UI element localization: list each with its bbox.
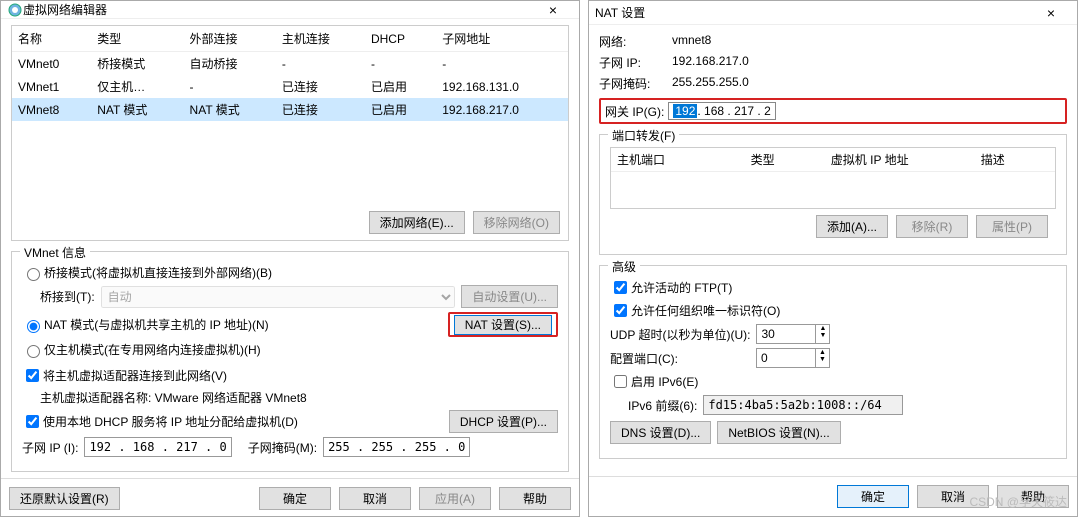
allow-ftp-checkbox[interactable] xyxy=(614,281,627,294)
bridge-radio-row[interactable]: 桥接模式(将虚拟机直接连接到外部网络)(B) xyxy=(22,264,558,281)
pf-prop-button[interactable]: 属性(P) xyxy=(976,215,1048,238)
group-title: 端口转发(F) xyxy=(608,127,679,144)
subnet-mask-value: 255.255.255.0 xyxy=(672,75,749,92)
hostonly-radio-row[interactable]: 仅主机模式(在专用网络内连接虚拟机)(H) xyxy=(22,341,558,358)
udp-timeout-stepper[interactable]: ▲▼ xyxy=(756,324,830,344)
port-forward-table[interactable]: 主机端口 类型 虚拟机 IP 地址 描述 xyxy=(610,147,1056,209)
subnet-ip-value: 192.168.217.0 xyxy=(672,54,749,71)
col-ext[interactable]: 外部连接 xyxy=(184,26,276,52)
use-dhcp-checkbox[interactable] xyxy=(26,415,39,428)
config-port-stepper[interactable]: ▲▼ xyxy=(756,348,830,368)
cancel-button[interactable]: 取消 xyxy=(339,487,411,510)
chevron-down-icon[interactable]: ▼ xyxy=(816,332,829,339)
network-value: vmnet8 xyxy=(672,33,711,50)
apply-button[interactable]: 应用(A) xyxy=(419,487,491,510)
config-port-label: 配置端口(C): xyxy=(610,350,750,367)
connect-adapter-check[interactable]: 将主机虚拟适配器连接到此网络(V) xyxy=(22,366,558,385)
window-title: NAT 设置 xyxy=(595,4,1031,21)
table-row[interactable]: VMnet8NAT 模式NAT 模式已连接已启用192.168.217.0 xyxy=(12,98,568,121)
use-dhcp-row[interactable]: 使用本地 DHCP 服务将 IP 地址分配给虚拟机(D) DHCP 设置(P).… xyxy=(22,410,558,433)
dhcp-settings-button[interactable]: DHCP 设置(P)... xyxy=(449,410,558,433)
nat-radio-row[interactable]: NAT 模式(与虚拟机共享主机的 IP 地址)(N) NAT 设置(S)... xyxy=(22,312,558,337)
nat-radio[interactable] xyxy=(27,320,40,333)
help-button[interactable]: 帮助 xyxy=(499,487,571,510)
group-title: 高级 xyxy=(608,258,640,275)
restore-defaults-button[interactable]: 还原默认设置(R) xyxy=(9,487,120,510)
nat-settings-window: NAT 设置 × 网络: vmnet8 子网 IP: 192.168.217.0 子… xyxy=(588,0,1078,517)
gateway-ip-field[interactable]: 192. 168 . 217 . 2 xyxy=(668,102,775,120)
gateway-ip-label: 网关 IP(G): xyxy=(605,103,664,120)
udp-timeout-label: UDP 超时(以秒为单位)(U): xyxy=(610,326,750,343)
allow-anyorg-checkbox[interactable] xyxy=(614,304,627,317)
remove-network-button[interactable]: 移除网络(O) xyxy=(473,211,560,234)
pf-add-button[interactable]: 添加(A)... xyxy=(816,215,888,238)
pf-remove-button[interactable]: 移除(R) xyxy=(896,215,968,238)
group-title: VMnet 信息 xyxy=(20,244,90,261)
close-icon[interactable]: × xyxy=(1031,5,1071,21)
subnet-ip-label: 子网 IP: xyxy=(599,54,664,71)
table-row[interactable]: VMnet0桥接模式自动桥接--- xyxy=(12,52,568,76)
subnet-ip-label: 子网 IP (I): xyxy=(22,439,78,456)
chevron-up-icon[interactable]: ▲ xyxy=(816,349,829,356)
nat-settings-button[interactable]: NAT 设置(S)... xyxy=(454,315,552,335)
ok-button[interactable]: 确定 xyxy=(259,487,331,510)
adapter-name-label: 主机虚拟适配器名称: VMware 网络适配器 VMnet8 xyxy=(40,389,558,406)
ipv6-prefix-label: IPv6 前缀(6): xyxy=(628,397,697,414)
subnet-ip-field[interactable]: 192 . 168 . 217 . 0 xyxy=(84,437,231,457)
ok-button[interactable]: 确定 xyxy=(837,485,909,508)
network-label: 网络: xyxy=(599,33,664,50)
col-name[interactable]: 名称 xyxy=(12,26,91,52)
vmnet-table[interactable]: 名称 类型 外部连接 主机连接 DHCP 子网地址 VMnet0桥接模式自动桥接… xyxy=(11,25,569,205)
advanced-group: 高级 允许活动的 FTP(T) 允许任何组织唯一标识符(O) UDP 超时(以秒… xyxy=(599,265,1067,459)
dns-settings-button[interactable]: DNS 设置(D)... xyxy=(610,421,711,444)
auto-settings-button[interactable]: 自动设置(U)... xyxy=(461,285,558,308)
hostonly-radio[interactable] xyxy=(27,345,40,358)
bridge-to-select[interactable]: 自动 xyxy=(101,286,456,308)
window-title: 虚拟网络编辑器 xyxy=(23,1,533,18)
table-row[interactable]: VMnet1仅主机…-已连接已启用192.168.131.0 xyxy=(12,75,568,98)
dialog-footer: 还原默认设置(R) 确定 取消 应用(A) 帮助 xyxy=(1,478,579,518)
col-type[interactable]: 类型 xyxy=(745,148,825,172)
port-forward-group: 端口转发(F) 主机端口 类型 虚拟机 IP 地址 描述 添加(A)... 移除… xyxy=(599,134,1067,255)
titlebar: NAT 设置 × xyxy=(589,1,1077,25)
enable-ipv6-checkbox[interactable] xyxy=(614,375,627,388)
chevron-down-icon[interactable]: ▼ xyxy=(816,356,829,363)
bridge-radio[interactable] xyxy=(27,268,40,281)
col-host[interactable]: 主机连接 xyxy=(276,26,365,52)
network-buttons: 添加网络(E)... 移除网络(O) xyxy=(11,205,569,241)
virtual-network-editor-window: 虚拟网络编辑器 × 名称 类型 外部连接 主机连接 DHCP 子网地址 xyxy=(0,0,580,517)
col-dhcp[interactable]: DHCP xyxy=(365,26,436,52)
watermark: CSDN @孚夫筱达 xyxy=(969,493,1067,510)
col-desc[interactable]: 描述 xyxy=(975,148,1055,172)
bridge-to-label: 桥接到(T): xyxy=(40,288,95,305)
vmnet-info-group: VMnet 信息 桥接模式(将虚拟机直接连接到外部网络)(B) 桥接到(T): … xyxy=(11,251,569,472)
ipv6-prefix-field: fd15:4ba5:5a2b:1008::/64 xyxy=(703,395,903,415)
subnet-mask-label: 子网掩码(M): xyxy=(248,439,317,456)
close-icon[interactable]: × xyxy=(533,2,573,18)
col-hostport[interactable]: 主机端口 xyxy=(611,148,745,172)
chevron-up-icon[interactable]: ▲ xyxy=(816,325,829,332)
add-network-button[interactable]: 添加网络(E)... xyxy=(369,211,465,234)
col-subnet[interactable]: 子网地址 xyxy=(436,26,568,52)
app-icon xyxy=(7,2,23,18)
connect-adapter-checkbox[interactable] xyxy=(26,369,39,382)
titlebar: 虚拟网络编辑器 × xyxy=(1,1,579,19)
col-type[interactable]: 类型 xyxy=(91,26,183,52)
col-vmip[interactable]: 虚拟机 IP 地址 xyxy=(825,148,975,172)
netbios-settings-button[interactable]: NetBIOS 设置(N)... xyxy=(717,421,840,444)
subnet-mask-label: 子网掩码: xyxy=(599,75,664,92)
subnet-mask-field[interactable]: 255 . 255 . 255 . 0 xyxy=(323,437,470,457)
